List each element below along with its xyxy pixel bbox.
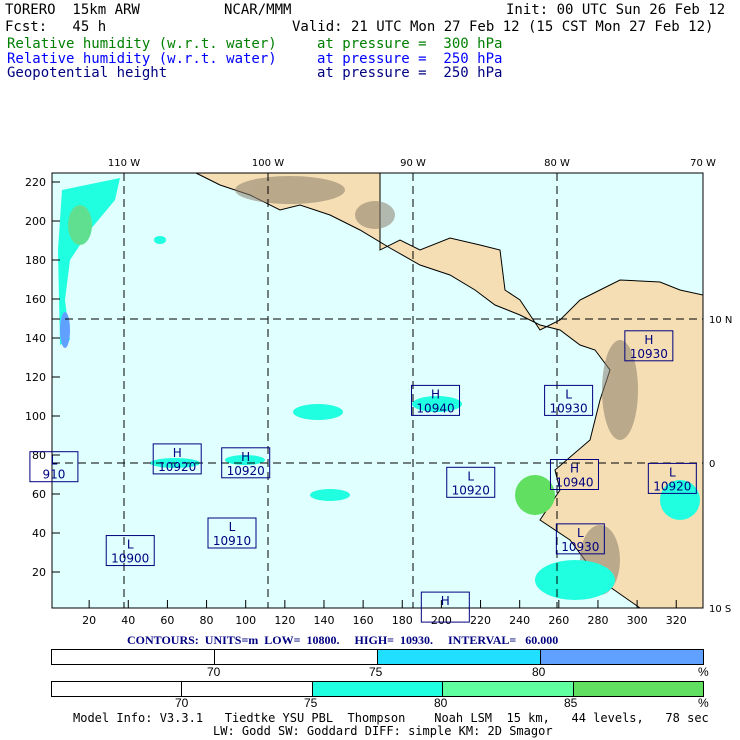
y-tick-label: 60 [32, 488, 46, 501]
center-value: 10930 [550, 401, 588, 415]
center-value: 910 [42, 468, 65, 482]
longitude-label: 110 W [108, 158, 140, 169]
x-tick-label: 160 [353, 614, 374, 627]
colorbar-segment [573, 682, 704, 696]
contour-info: CONTOURS: UNITS=m LOW= 10800. HIGH= 1093… [127, 633, 559, 647]
latitude-label: 10 S [709, 604, 731, 615]
physics-info: LW: Godd SW: Goddard DIFF: simple KM: 2D… [213, 724, 553, 738]
colorbar-segment [215, 650, 378, 664]
y-tick-label: 40 [32, 527, 46, 540]
colorbar-segment [312, 682, 444, 696]
cb1-tick: 70 [207, 665, 221, 679]
center-type: H [644, 333, 653, 347]
y-tick-label: 180 [25, 254, 46, 267]
y-tick-label: 120 [25, 371, 46, 384]
center-value: 10920 [452, 483, 490, 497]
cb2-tick: 85 [564, 696, 578, 710]
longitude-label: 80 W [544, 158, 570, 169]
longitude-label: 100 W [252, 158, 284, 169]
cb1-tick: 75 [369, 665, 383, 679]
center-type: H [173, 446, 182, 460]
center-type: H [241, 450, 250, 464]
x-tick-label: 300 [627, 614, 648, 627]
y-tick-label: 200 [25, 215, 46, 228]
x-tick-label: 320 [666, 614, 687, 627]
cb2-tick: 75 [304, 696, 318, 710]
colorbar-segment [52, 682, 183, 696]
center-value: 10920 [653, 479, 691, 493]
center-type: L [51, 454, 58, 468]
center-value: 10940 [416, 401, 454, 415]
y-tick-label: 220 [25, 176, 46, 189]
y-tick-label: 160 [25, 293, 46, 306]
colorbar-segment [378, 650, 541, 664]
x-tick-label: 20 [82, 614, 96, 627]
y-tick-label: 20 [32, 566, 46, 579]
center-value: 10930 [630, 347, 668, 361]
center-value: 10920 [158, 460, 196, 474]
center-type: H [431, 387, 440, 401]
center-type: L [565, 387, 572, 401]
latitude-label: 0 [709, 459, 715, 470]
cb1-unit: % [698, 665, 709, 679]
x-tick-label: 80 [200, 614, 214, 627]
x-tick-label: 40 [121, 614, 135, 627]
x-tick-label: 120 [274, 614, 295, 627]
center-type: L [229, 520, 236, 534]
x-tick-label: 200 [431, 614, 452, 627]
cb1-tick: 80 [532, 665, 546, 679]
colorbar-300hPa [51, 681, 704, 697]
y-tick-label: 100 [25, 410, 46, 423]
colorbar-segment [443, 682, 574, 696]
center-value: 10940 [555, 476, 593, 490]
y-tick-label: 80 [32, 449, 46, 462]
x-tick-label: 180 [392, 614, 413, 627]
center-type: L [467, 469, 474, 483]
center-value: 10930 [561, 540, 599, 554]
x-tick-label: 100 [235, 614, 256, 627]
x-tick-label: 60 [160, 614, 174, 627]
colorbar-250hPa [51, 649, 704, 665]
x-tick-label: 280 [587, 614, 608, 627]
cb2-unit: % [698, 696, 709, 710]
weather-map: 20 40 60 80 100 120 140 160 180 200 220 240 260 280 30… [25, 158, 732, 627]
x-tick-label: 240 [509, 614, 530, 627]
center-type: H [570, 462, 579, 476]
longitude-label: 90 W [400, 158, 426, 169]
x-tick-label: 140 [313, 614, 334, 627]
x-tick-label: 220 [470, 614, 491, 627]
latitude-label: 10 N [709, 315, 732, 326]
y-tick-label: 140 [25, 332, 46, 345]
cb2-tick: 70 [175, 696, 189, 710]
center-type: L [127, 538, 134, 552]
center-value: 10920 [227, 464, 265, 478]
colorbar-segment [52, 650, 215, 664]
cb2-tick: 80 [434, 696, 448, 710]
center-type: H [441, 594, 450, 608]
center-value: 10910 [213, 534, 251, 548]
center-type: L [577, 526, 584, 540]
longitude-label: 70 W [690, 158, 716, 169]
colorbar-segment [182, 682, 313, 696]
colorbar-segment [541, 650, 703, 664]
center-value: 10900 [111, 552, 149, 566]
x-tick-label: 260 [548, 614, 569, 627]
center-type: L [669, 465, 676, 479]
